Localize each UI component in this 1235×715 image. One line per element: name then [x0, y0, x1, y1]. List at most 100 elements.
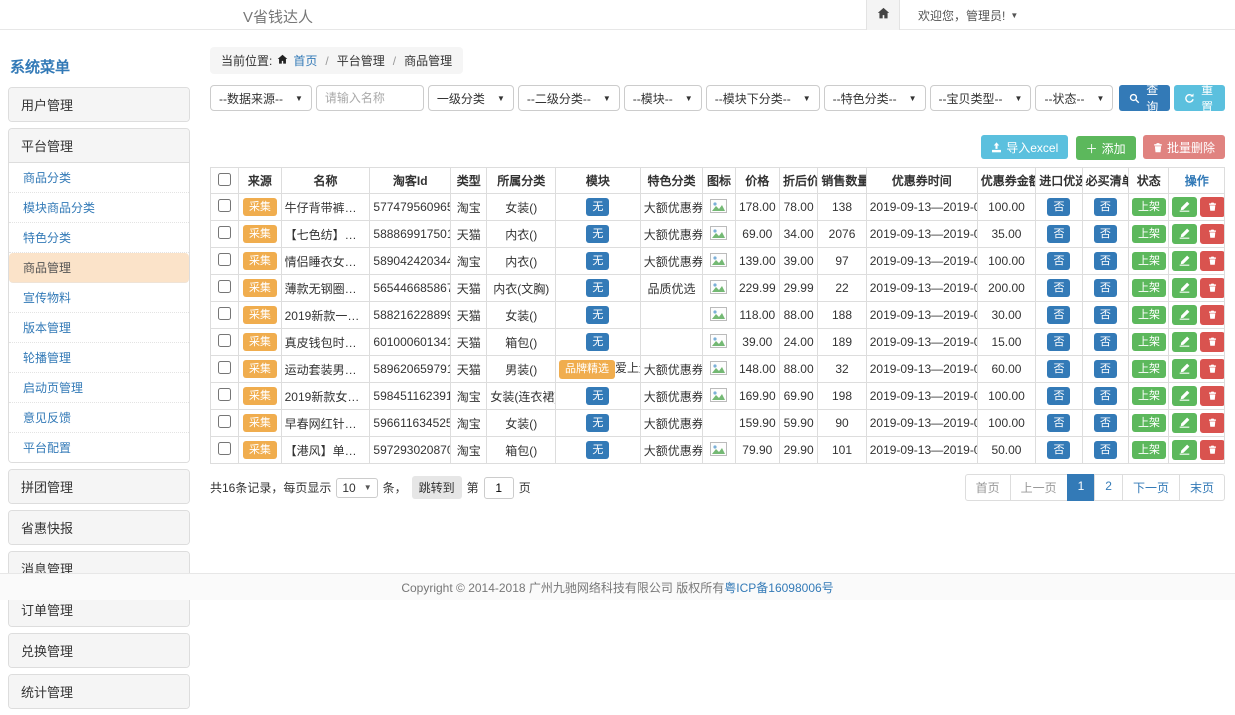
import-select-toggle[interactable]: 否 — [1047, 279, 1070, 297]
breadcrumb-home-link[interactable]: 首页 — [293, 52, 317, 69]
data-source-select[interactable]: --数据来源--▼ — [210, 85, 312, 111]
import-select-toggle[interactable]: 否 — [1047, 414, 1070, 432]
delete-button[interactable] — [1200, 197, 1224, 217]
sidebar-item[interactable]: 特色分类 — [9, 223, 189, 253]
status-toggle[interactable]: 上架 — [1132, 441, 1166, 459]
level1-category-select[interactable]: 一级分类▼ — [428, 85, 514, 111]
edit-button[interactable] — [1172, 413, 1197, 433]
sidebar-item[interactable]: 意见反馈 — [9, 403, 189, 433]
search-button[interactable]: 查询 — [1119, 85, 1170, 111]
import-select-toggle[interactable]: 否 — [1047, 333, 1070, 351]
name-search-input[interactable] — [316, 85, 424, 111]
page-button[interactable]: 2 — [1094, 474, 1123, 501]
reset-button[interactable]: 重置 — [1174, 85, 1225, 111]
row-checkbox[interactable] — [218, 361, 231, 374]
home-button[interactable] — [866, 0, 900, 30]
edit-button[interactable] — [1172, 197, 1197, 217]
page-button[interactable]: 上一页 — [1010, 474, 1068, 501]
status-toggle[interactable]: 上架 — [1132, 279, 1166, 297]
row-checkbox[interactable] — [218, 280, 231, 293]
delete-button[interactable] — [1200, 305, 1224, 325]
sidebar-panel-header[interactable]: 兑换管理 — [9, 634, 189, 667]
sidebar-panel-header[interactable]: 平台管理 — [9, 129, 189, 162]
row-checkbox[interactable] — [218, 253, 231, 266]
sidebar-item[interactable]: 轮播管理 — [9, 343, 189, 373]
delete-button[interactable] — [1200, 440, 1224, 460]
must-buy-toggle[interactable]: 否 — [1094, 333, 1117, 351]
icp-link[interactable]: 粤ICP备16098006号 — [724, 579, 833, 596]
status-toggle[interactable]: 上架 — [1132, 306, 1166, 324]
status-toggle[interactable]: 上架 — [1132, 225, 1166, 243]
row-checkbox[interactable] — [218, 226, 231, 239]
must-buy-toggle[interactable]: 否 — [1094, 198, 1117, 216]
status-toggle[interactable]: 上架 — [1132, 333, 1166, 351]
sidebar-item[interactable]: 版本管理 — [9, 313, 189, 343]
sidebar-item[interactable]: 模块商品分类 — [9, 193, 189, 223]
sidebar-panel-header[interactable]: 拼团管理 — [9, 470, 189, 503]
must-buy-toggle[interactable]: 否 — [1094, 306, 1117, 324]
must-buy-toggle[interactable]: 否 — [1094, 387, 1117, 405]
edit-button[interactable] — [1172, 278, 1197, 298]
must-buy-toggle[interactable]: 否 — [1094, 225, 1117, 243]
level2-category-select[interactable]: --二级分类--▼ — [518, 85, 620, 111]
must-buy-toggle[interactable]: 否 — [1094, 360, 1117, 378]
status-toggle[interactable]: 上架 — [1132, 252, 1166, 270]
edit-button[interactable] — [1172, 224, 1197, 244]
must-buy-toggle[interactable]: 否 — [1094, 279, 1117, 297]
module-select[interactable]: --模块--▼ — [624, 85, 702, 111]
must-buy-toggle[interactable]: 否 — [1094, 414, 1117, 432]
must-buy-toggle[interactable]: 否 — [1094, 441, 1117, 459]
jump-page-input[interactable] — [484, 477, 514, 499]
page-button[interactable]: 末页 — [1179, 474, 1225, 501]
sidebar-item[interactable]: 平台配置 — [9, 433, 189, 462]
edit-button[interactable] — [1172, 440, 1197, 460]
import-excel-button[interactable]: 导入excel — [981, 135, 1068, 159]
edit-button[interactable] — [1172, 305, 1197, 325]
status-toggle[interactable]: 上架 — [1132, 387, 1166, 405]
sidebar-item[interactable]: 启动页管理 — [9, 373, 189, 403]
select-all-checkbox[interactable] — [218, 173, 231, 186]
page-button[interactable]: 下一页 — [1122, 474, 1180, 501]
page-button[interactable]: 首页 — [965, 474, 1011, 501]
import-select-toggle[interactable]: 否 — [1047, 360, 1070, 378]
item-type-select[interactable]: --宝贝类型--▼ — [930, 85, 1032, 111]
row-checkbox[interactable] — [218, 307, 231, 320]
feature-category-select[interactable]: --特色分类--▼ — [824, 85, 926, 111]
delete-button[interactable] — [1200, 251, 1224, 271]
row-checkbox[interactable] — [218, 199, 231, 212]
sidebar-panel-header[interactable]: 用户管理 — [9, 88, 189, 121]
import-select-toggle[interactable]: 否 — [1047, 252, 1070, 270]
page-button[interactable]: 1 — [1067, 474, 1096, 501]
status-toggle[interactable]: 上架 — [1132, 198, 1166, 216]
sidebar-item[interactable]: 商品分类 — [9, 163, 189, 193]
import-select-toggle[interactable]: 否 — [1047, 225, 1070, 243]
sidebar-item[interactable]: 商品管理 — [9, 253, 189, 283]
delete-button[interactable] — [1200, 386, 1224, 406]
status-toggle[interactable]: 上架 — [1132, 414, 1166, 432]
module-subcategory-select[interactable]: --模块下分类--▼ — [706, 85, 820, 111]
row-checkbox[interactable] — [218, 442, 231, 455]
import-select-toggle[interactable]: 否 — [1047, 306, 1070, 324]
page-size-select[interactable]: 10 ▼ — [336, 478, 377, 498]
user-menu[interactable]: 欢迎您，管理员! ▼ — [918, 7, 1018, 24]
batch-delete-button[interactable]: 批量删除 — [1143, 135, 1225, 159]
edit-button[interactable] — [1172, 251, 1197, 271]
sidebar-item[interactable]: 宣传物料 — [9, 283, 189, 313]
status-select[interactable]: --状态--▼ — [1035, 85, 1113, 111]
delete-button[interactable] — [1200, 278, 1224, 298]
status-toggle[interactable]: 上架 — [1132, 360, 1166, 378]
jump-button[interactable]: 跳转到 — [412, 476, 462, 499]
delete-button[interactable] — [1200, 332, 1224, 352]
edit-button[interactable] — [1172, 332, 1197, 352]
row-checkbox[interactable] — [218, 415, 231, 428]
must-buy-toggle[interactable]: 否 — [1094, 252, 1117, 270]
delete-button[interactable] — [1200, 413, 1224, 433]
edit-button[interactable] — [1172, 386, 1197, 406]
delete-button[interactable] — [1200, 224, 1224, 244]
import-select-toggle[interactable]: 否 — [1047, 441, 1070, 459]
sidebar-panel-header[interactable]: 省惠快报 — [9, 511, 189, 544]
row-checkbox[interactable] — [218, 388, 231, 401]
add-button[interactable]: ＋ 添加 — [1076, 136, 1136, 160]
sidebar-panel-header[interactable]: 统计管理 — [9, 675, 189, 708]
import-select-toggle[interactable]: 否 — [1047, 387, 1070, 405]
